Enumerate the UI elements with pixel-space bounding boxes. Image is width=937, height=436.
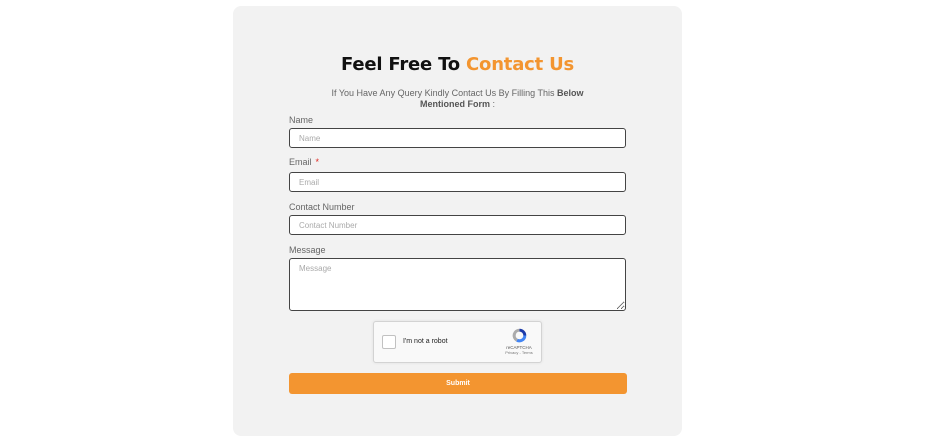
form-title: Feel Free To Contact Us xyxy=(233,54,682,75)
subtitle-text: If You Have Any Query Kindly Contact Us … xyxy=(331,88,557,98)
name-label: Name xyxy=(289,115,314,125)
required-asterisk: * xyxy=(315,157,320,167)
name-input[interactable] xyxy=(289,128,626,148)
recaptcha-icon xyxy=(512,328,526,343)
form-subtitle: If You Have Any Query Kindly Contact Us … xyxy=(313,88,602,110)
recaptcha-checkbox[interactable] xyxy=(382,335,396,349)
submit-button[interactable]: Submit xyxy=(289,373,627,394)
subtitle-tail: : xyxy=(489,99,495,109)
recaptcha-privacy-terms[interactable]: Privacy - Terms xyxy=(505,350,533,355)
contact-number-label: Contact Number xyxy=(289,202,355,212)
message-textarea[interactable] xyxy=(289,258,626,311)
contact-form-card: Feel Free To Contact Us If You Have Any … xyxy=(233,6,682,436)
email-input[interactable] xyxy=(289,172,626,192)
message-label: Message xyxy=(289,245,326,255)
email-label-text: Email xyxy=(289,157,312,167)
title-text: Feel Free To xyxy=(340,54,467,75)
recaptcha-widget: I'm not a robot reCAPTCHA Privacy - Term… xyxy=(373,321,542,363)
recaptcha-label: I'm not a robot xyxy=(403,338,448,345)
title-accent: Contact Us xyxy=(466,54,575,75)
email-label: Email * xyxy=(289,157,319,167)
contact-number-input[interactable] xyxy=(289,215,626,235)
recaptcha-logo: reCAPTCHA Privacy - Terms xyxy=(505,327,533,355)
